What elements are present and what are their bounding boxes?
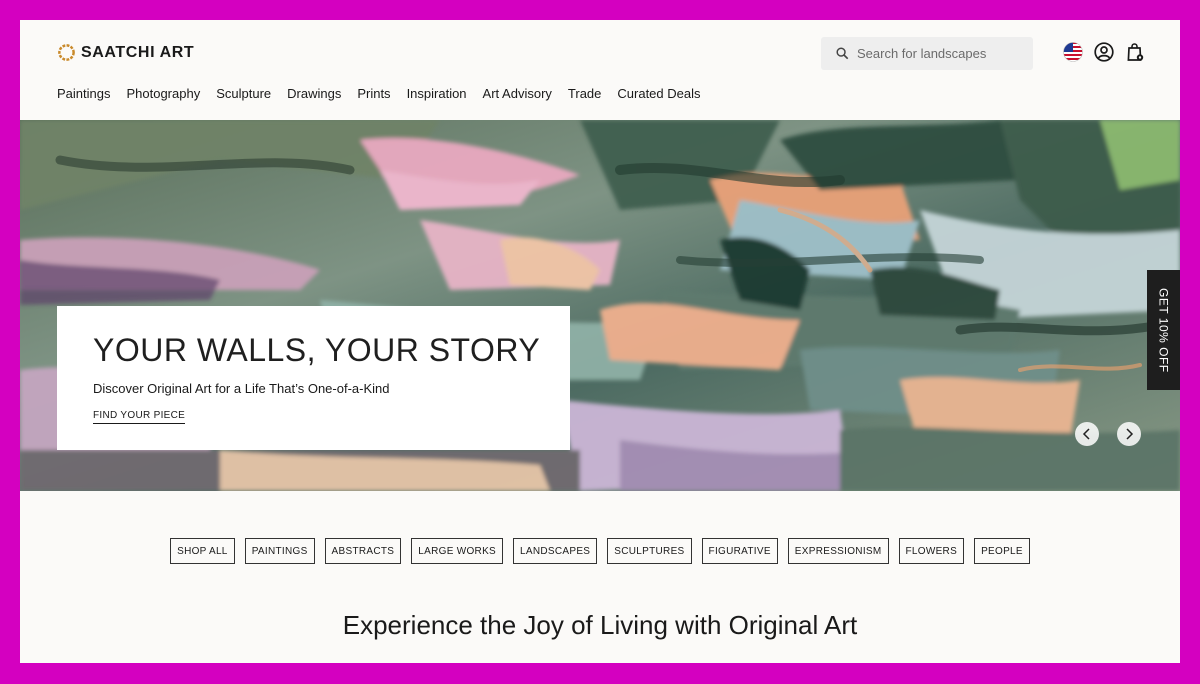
discount-tab-label: GET 10% OFF bbox=[1156, 287, 1171, 373]
chip-abstracts[interactable]: ABSTRACTS bbox=[324, 538, 402, 564]
nav-item-photography[interactable]: Photography bbox=[126, 86, 200, 101]
us-flag-icon[interactable] bbox=[1063, 42, 1083, 62]
nav-item-trade[interactable]: Trade bbox=[568, 86, 601, 101]
nav-item-curated-deals[interactable]: Curated Deals bbox=[617, 86, 700, 101]
chip-figurative[interactable]: FIGURATIVE bbox=[701, 538, 778, 564]
chip-people[interactable]: PEOPLE bbox=[974, 538, 1030, 564]
nav-item-prints[interactable]: Prints bbox=[357, 86, 390, 101]
shopping-bag-icon[interactable] bbox=[1125, 42, 1145, 62]
hero-banner: YOUR WALLS, YOUR STORY Discover Original… bbox=[20, 120, 1180, 491]
search-bar[interactable] bbox=[821, 37, 1033, 70]
section-headline: Experience the Joy of Living with Origin… bbox=[342, 610, 858, 640]
search-icon bbox=[836, 47, 849, 60]
user-account-icon[interactable] bbox=[1094, 42, 1114, 62]
brand-logo[interactable]: SAATCHI ART bbox=[57, 43, 194, 62]
chevron-left-icon bbox=[1082, 428, 1090, 440]
nav-item-sculpture[interactable]: Sculpture bbox=[216, 86, 271, 101]
hero-card: YOUR WALLS, YOUR STORY Discover Original… bbox=[57, 306, 570, 450]
nav-item-art-advisory[interactable]: Art Advisory bbox=[483, 86, 552, 101]
chip-paintings[interactable]: PAINTINGS bbox=[244, 538, 315, 564]
nav-item-drawings[interactable]: Drawings bbox=[287, 86, 341, 101]
header-actions bbox=[1063, 42, 1145, 62]
chip-large-works[interactable]: LARGE WORKS bbox=[411, 538, 504, 564]
chip-landscapes[interactable]: LANDSCAPES bbox=[513, 538, 598, 564]
chip-sculptures[interactable]: SCULPTURES bbox=[607, 538, 692, 564]
carousel-prev-button[interactable] bbox=[1075, 422, 1099, 446]
search-input[interactable] bbox=[857, 46, 1027, 61]
main-nav: Paintings Photography Sculpture Drawings… bbox=[57, 86, 717, 101]
brand-name: SAATCHI ART bbox=[81, 43, 195, 61]
hero-subtitle: Discover Original Art for a Life That’s … bbox=[93, 381, 390, 396]
chip-expressionism[interactable]: EXPRESSIONISM bbox=[787, 538, 889, 564]
discount-side-tab[interactable]: GET 10% OFF bbox=[1147, 270, 1180, 390]
chip-shop-all[interactable]: SHOP ALL bbox=[170, 538, 235, 564]
hero-title: YOUR WALLS, YOUR STORY bbox=[93, 332, 541, 368]
logo-mark-icon bbox=[58, 44, 75, 61]
nav-item-inspiration[interactable]: Inspiration bbox=[407, 86, 467, 101]
chip-flowers[interactable]: FLOWERS bbox=[898, 538, 965, 564]
carousel-next-button[interactable] bbox=[1117, 422, 1141, 446]
chevron-right-icon bbox=[1126, 428, 1134, 440]
nav-item-paintings[interactable]: Paintings bbox=[57, 86, 110, 101]
find-your-piece-link[interactable]: FIND YOUR PIECE bbox=[93, 410, 186, 424]
site-header: SAATCHI ART Search for landscapes Painti… bbox=[20, 20, 1180, 120]
category-chips: SHOP ALL PAINTINGS ABSTRACTS LARGE WORKS… bbox=[20, 538, 1180, 564]
browser-page: SAATCHI ART Search for landscapes Painti… bbox=[20, 20, 1180, 663]
